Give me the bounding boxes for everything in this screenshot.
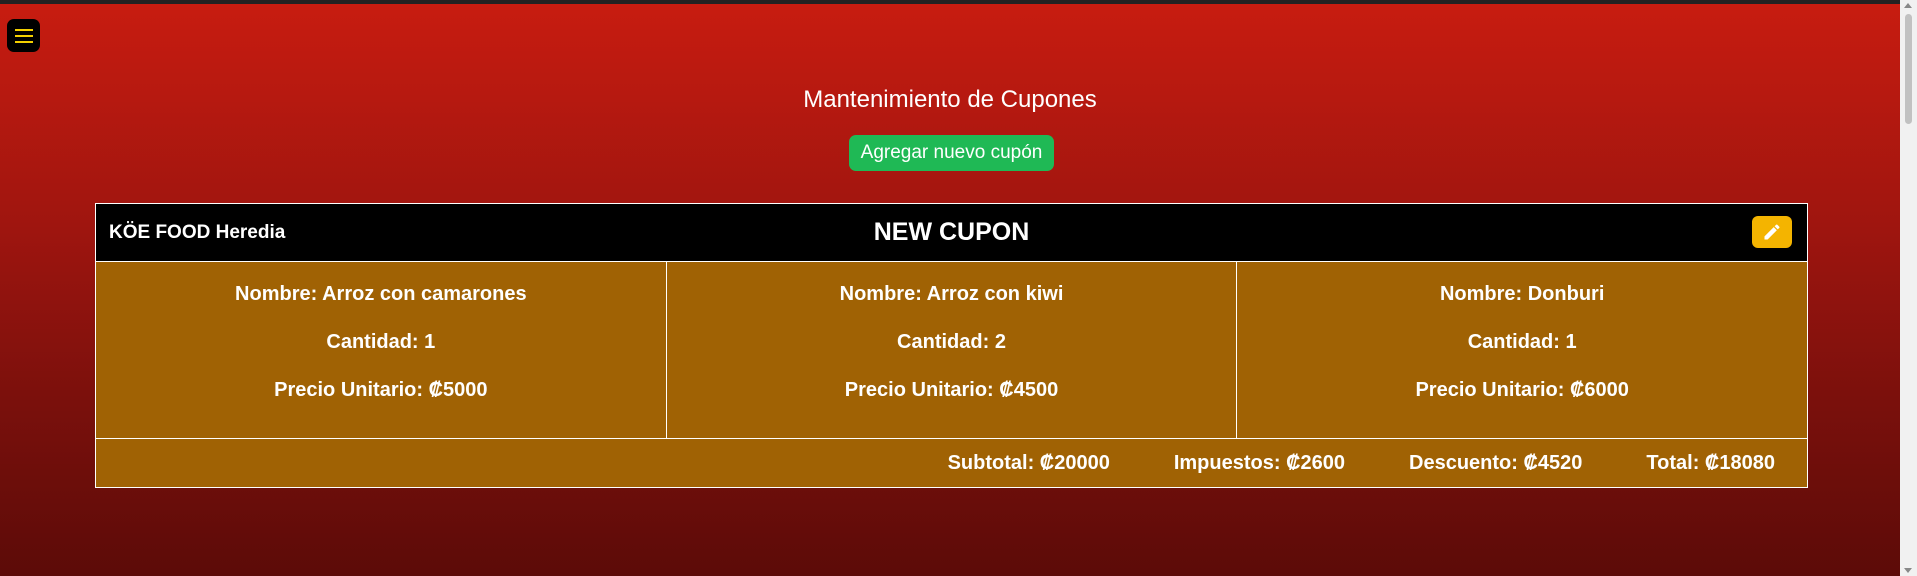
page-title: Mantenimiento de Cupones (803, 86, 1097, 113)
total: Total: ₡18080 (1646, 451, 1775, 474)
scroll-up-arrow-icon[interactable] (1904, 3, 1912, 8)
item-quantity: Cantidad: 2 (897, 331, 1006, 353)
coupon-items: Nombre: Arroz con camarones Cantidad: 1 … (96, 262, 1807, 439)
item-price: Precio Unitario: ₡4500 (844, 379, 1059, 401)
coupon-item: Nombre: Arroz con camarones Cantidad: 1 … (96, 262, 666, 438)
coupon-card-header: KÖE FOOD Heredia NEW CUPON (96, 204, 1807, 262)
item-price: Precio Unitario: ₡5000 (274, 379, 488, 401)
item-quantity: Cantidad: 1 (326, 331, 436, 353)
item-name: Nombre: Arroz con kiwi (839, 283, 1064, 305)
add-coupon-button[interactable]: Agregar nuevo cupón (849, 135, 1054, 171)
item-name: Nombre: Arroz con camarones (235, 283, 527, 305)
discount: Descuento: ₡4520 (1409, 451, 1583, 474)
coupon-item: Nombre: Arroz con kiwi Cantidad: 2 Preci… (665, 262, 1237, 438)
pencil-icon (1764, 224, 1780, 240)
scroll-down-arrow-icon[interactable] (1904, 568, 1912, 573)
coupon-name: NEW CUPON (873, 218, 1030, 246)
coupon-totals: Subtotal: ₡20000 Impuestos: ₡2600 Descue… (96, 439, 1807, 487)
coupon-card: KÖE FOOD Heredia NEW CUPON Nombre: Arroz… (95, 203, 1808, 488)
edit-coupon-button[interactable] (1752, 216, 1792, 248)
taxes: Impuestos: ₡2600 (1173, 451, 1346, 474)
menu-button[interactable] (7, 19, 40, 52)
hamburger-menu-icon (14, 28, 33, 43)
item-price: Precio Unitario: ₡6000 (1415, 379, 1629, 401)
item-quantity: Cantidad: 1 (1467, 331, 1577, 353)
vertical-scrollbar[interactable] (1900, 0, 1917, 576)
subtotal: Subtotal: ₡20000 (947, 451, 1110, 474)
coupon-item: Nombre: Donburi Cantidad: 1 Precio Unita… (1236, 262, 1807, 438)
item-name: Nombre: Donburi (1439, 283, 1605, 305)
scrollbar-thumb[interactable] (1905, 14, 1912, 124)
browser-top-strip (0, 0, 1900, 4)
